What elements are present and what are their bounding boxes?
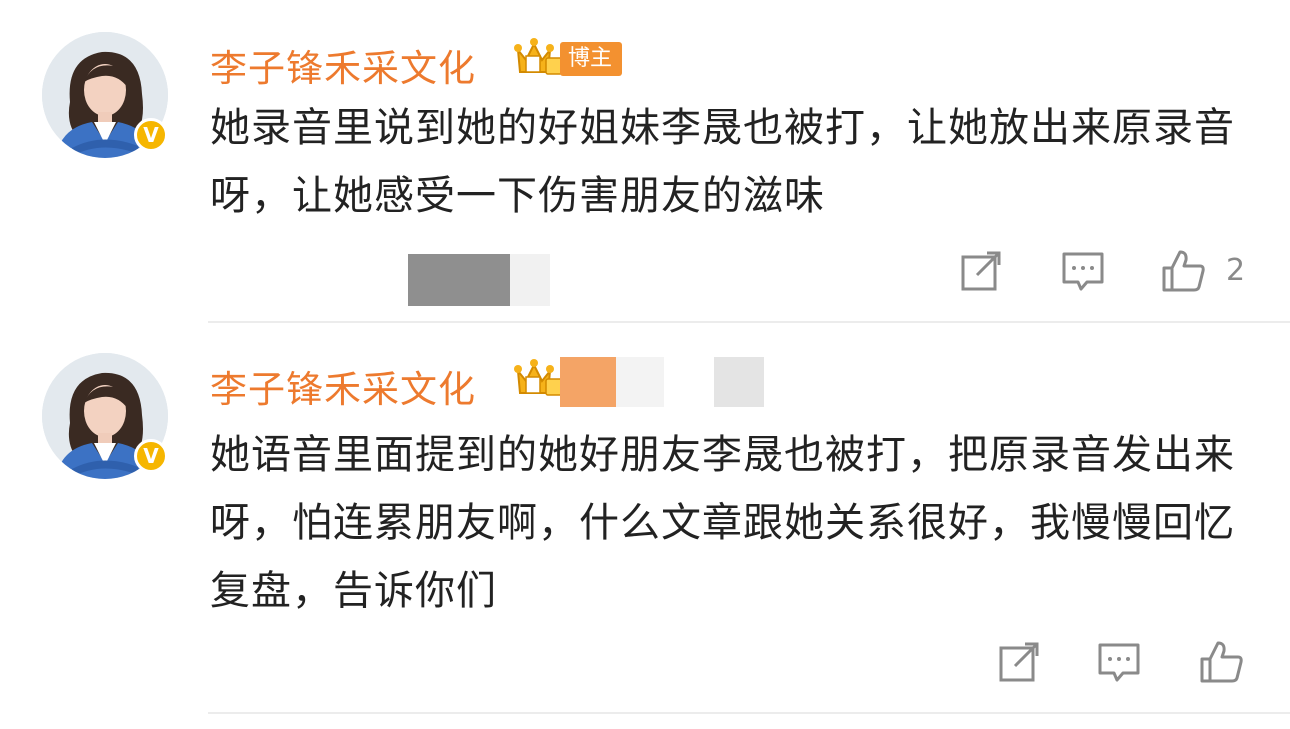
reply-button[interactable] bbox=[1060, 248, 1106, 294]
reply-button[interactable] bbox=[1096, 639, 1142, 685]
like-count: 2 bbox=[1226, 253, 1246, 288]
comment-list: V 李子锋禾采文化 博主 她录音里说到她的好姐妹李晟也被打，让她放出来原录音呀，… bbox=[0, 0, 1290, 729]
verified-v-icon: V bbox=[134, 118, 168, 152]
like-button[interactable] bbox=[1160, 248, 1206, 294]
role-badge: 博主 bbox=[560, 42, 623, 76]
like-button[interactable] bbox=[1198, 639, 1244, 685]
divider bbox=[208, 712, 1290, 714]
redacted-block bbox=[408, 254, 510, 306]
repost-button[interactable] bbox=[958, 248, 1004, 294]
avatar[interactable]: V bbox=[42, 32, 168, 158]
username[interactable]: 李子锋禾采文化 bbox=[210, 359, 476, 413]
avatar[interactable]: V bbox=[42, 353, 168, 479]
username[interactable]: 李子锋禾采文化 bbox=[210, 38, 476, 92]
verified-v-icon: V bbox=[134, 439, 168, 473]
repost-button[interactable] bbox=[996, 639, 1042, 685]
redacted-block bbox=[616, 357, 664, 407]
comment-item: V 李子锋禾采文化 博主 她录音里说到她的好姐妹李晟也被打，让她放出来原录音呀，… bbox=[0, 0, 1290, 322]
thumbs-up-icon bbox=[1162, 250, 1205, 292]
comment-icon bbox=[1098, 643, 1140, 682]
comment-text: 她录音里说到她的好姐妹李晟也被打，让她放出来原录音呀，让她感受一下伤害朋友的滋味 bbox=[210, 105, 1235, 219]
comment-item: V 李子锋禾采文化 她语音里面提到的她好朋友李晟也被打，把原录音发出来呀，怕连累… bbox=[0, 323, 1290, 715]
repost-icon bbox=[961, 251, 1001, 291]
repost-icon bbox=[999, 642, 1039, 682]
redacted-block bbox=[560, 357, 616, 407]
thumbs-up-icon bbox=[1200, 641, 1243, 683]
redacted-block bbox=[510, 254, 550, 306]
comment-icon bbox=[1062, 252, 1104, 291]
redacted-block bbox=[714, 357, 764, 407]
comment-text: 她语音里面提到的她好朋友李晟也被打，把原录音发出来呀，怕连累朋友啊，什么文章跟她… bbox=[210, 432, 1235, 614]
